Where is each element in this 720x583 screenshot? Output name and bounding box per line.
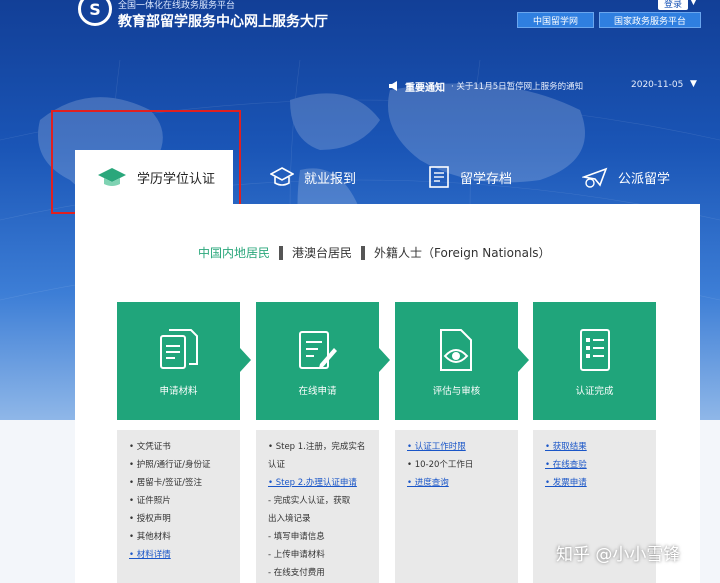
step-online-application[interactable]: 在线申请 — [256, 302, 379, 420]
step-label: 在线申请 — [298, 386, 337, 397]
tab-label: 就业报到 — [304, 171, 357, 187]
watermark: 知乎 @小小雪锋 — [556, 545, 681, 565]
tab-government-sponsored[interactable]: 公派留学 — [582, 150, 670, 204]
resident-category-switcher: 中国内地居民 港澳台居民 外籍人士（Foreign Nationals） — [198, 244, 551, 261]
materials-details-link[interactable]: • 材料详情 — [129, 546, 232, 564]
category-divider — [361, 245, 366, 260]
notice-date: 2020-11-05 — [631, 80, 684, 90]
graduation-cap-icon — [98, 168, 126, 186]
apply-certification-link[interactable]: • Step 2.办理认证申请 — [268, 474, 371, 492]
site-title: 教育部留学服务中心网上服务大厅 — [118, 14, 328, 30]
tab-label: 留学存档 — [460, 171, 513, 187]
tab-label: 公派留学 — [618, 171, 671, 187]
tab-employment-report[interactable]: 就业报到 — [270, 150, 356, 204]
review-eye-icon — [440, 329, 472, 371]
notice-link[interactable]: · 关于11月5日暂停网上服务的通知 — [451, 80, 583, 92]
documents-icon — [160, 329, 198, 369]
step-label: 申请材料 — [159, 386, 198, 397]
step-label: 评估与审核 — [432, 386, 481, 397]
category-divider — [279, 245, 284, 260]
notice-label: 重要通知 — [405, 82, 445, 94]
category-foreign-nationals[interactable]: 外籍人士（Foreign Nationals） — [374, 244, 551, 261]
info-line: • 授权声明 — [129, 514, 171, 524]
checklist-icon — [580, 329, 610, 371]
info-line: - 完成实人认证，获取 — [268, 496, 351, 506]
online-verify-link[interactable]: • 在线查验 — [545, 456, 648, 474]
step-label: 认证完成 — [575, 386, 614, 397]
archive-icon — [429, 166, 449, 188]
processing-time-link[interactable]: • 认证工作时限 — [407, 438, 510, 456]
gov-service-platform-link[interactable]: 国家政务服务平台 — [599, 12, 701, 28]
review-info-box: • 认证工作时限 • 10-20个工作日 • 进度查询 — [395, 430, 518, 583]
info-line: - 填写申请信息 — [268, 532, 325, 542]
step-certification-complete[interactable]: 认证完成 — [533, 302, 656, 420]
hat-icon — [270, 167, 294, 186]
info-line: 认证 — [268, 460, 286, 470]
info-line: • 其他材料 — [129, 532, 171, 542]
login-caret-icon[interactable]: ▼ — [690, 0, 697, 7]
invoice-request-link[interactable]: • 发票申请 — [545, 474, 648, 492]
info-line: • 护照/通行证/身份证 — [129, 460, 211, 470]
step-arrow-icon — [379, 348, 390, 372]
info-line: • 文凭证书 — [129, 442, 171, 452]
step-application-materials[interactable]: 申请材料 — [117, 302, 240, 420]
info-line: - 上传申请材料 — [268, 550, 325, 560]
info-line: 出入境记录 — [268, 514, 311, 524]
tab-degree-certification[interactable]: 学历学位认证 — [75, 150, 233, 204]
tab-label: 学历学位认证 — [137, 171, 216, 187]
notice-bar[interactable]: 重要通知 · 关于11月5日暂停网上服务的通知 — [388, 77, 583, 95]
tab-study-archive[interactable]: 留学存档 — [428, 150, 512, 204]
logo-letter: S — [89, 0, 101, 19]
step-arrow-icon — [518, 348, 529, 372]
edit-form-icon — [299, 331, 337, 369]
online-application-info-box: • Step 1.注册，完成实名 认证 • Step 2.办理认证申请 - 完成… — [256, 430, 379, 583]
info-line: • 证件照片 — [129, 496, 171, 506]
china-study-abroad-link[interactable]: 中国留学网 — [517, 12, 594, 28]
materials-info-box: • 文凭证书 • 护照/通行证/身份证 • 居留卡/签证/签注 • 证件照片 •… — [117, 430, 240, 583]
progress-query-link[interactable]: • 进度查询 — [407, 474, 510, 492]
login-button[interactable]: 登录 — [658, 0, 688, 10]
info-line: • Step 1.注册，完成实名 — [268, 442, 366, 452]
platform-subtitle: 全国一体化在线政务服务平台 — [118, 1, 236, 11]
chevron-down-icon[interactable]: ▼ — [690, 79, 697, 89]
megaphone-icon — [389, 81, 397, 91]
plane-icon — [582, 167, 608, 188]
category-hk-macao-taiwan[interactable]: 港澳台居民 — [292, 244, 352, 261]
info-line: • 居留卡/签证/签注 — [129, 478, 202, 488]
get-result-link[interactable]: • 获取结果 — [545, 438, 648, 456]
info-line: - 在线支付费用 — [268, 568, 325, 578]
info-line: • 10-20个工作日 — [407, 460, 474, 470]
category-mainland[interactable]: 中国内地居民 — [198, 244, 270, 261]
step-arrow-icon — [240, 348, 251, 372]
step-evaluation-review[interactable]: 评估与审核 — [395, 302, 518, 420]
